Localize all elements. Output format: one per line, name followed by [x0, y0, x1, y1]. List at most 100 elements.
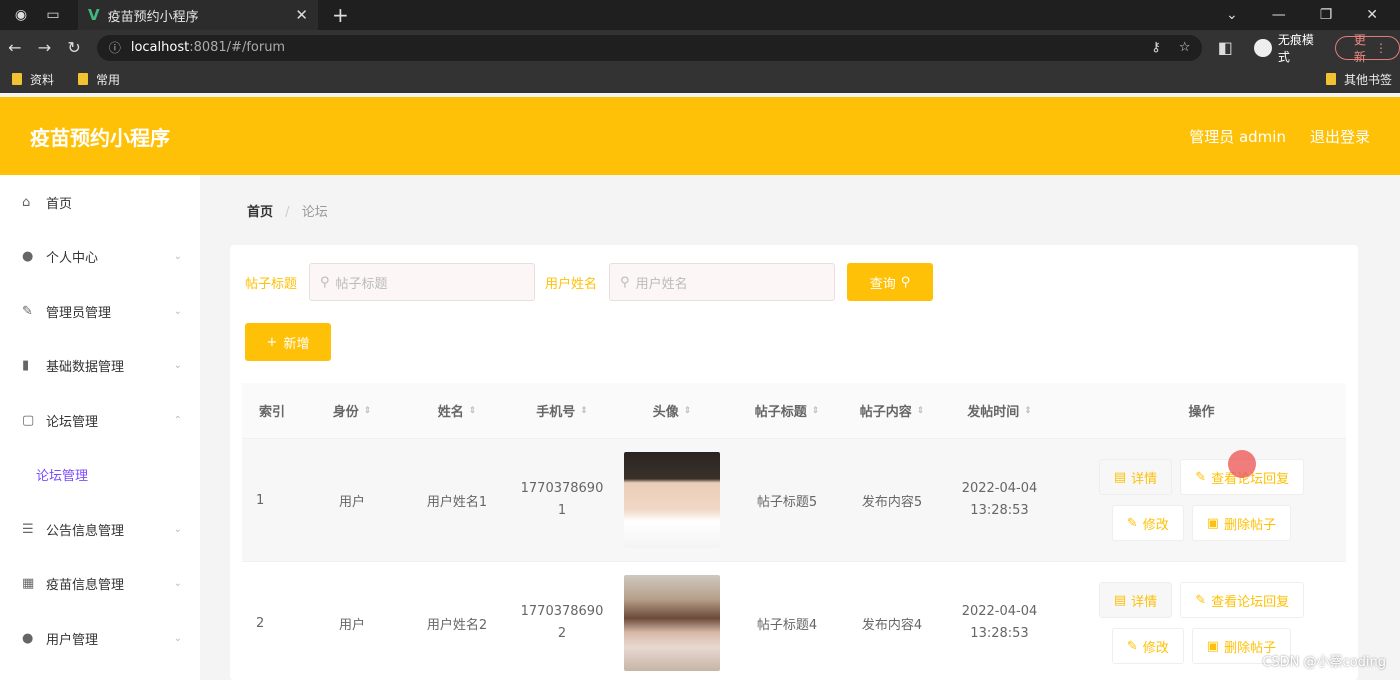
- cell-title: 帖子标题5: [756, 494, 818, 510]
- phone-line: 2: [557, 626, 567, 641]
- sidebar-subitem-forum[interactable]: 论坛管理: [0, 448, 200, 503]
- column-header-name[interactable]: 姓名 ⇕: [402, 401, 512, 420]
- user-icon: ●: [22, 249, 34, 265]
- avatar-image[interactable]: [624, 575, 720, 671]
- sidebar-item-forum-management[interactable]: ▢ 论坛管理 ⌃: [0, 393, 200, 448]
- browser-tab[interactable]: V 疫苗预约小程序 ✕: [78, 0, 318, 30]
- avatar-image[interactable]: [624, 452, 720, 548]
- forward-icon[interactable]: →: [30, 38, 60, 57]
- sidebar-item-personal-center[interactable]: ● 个人中心 ⌄: [0, 230, 200, 285]
- sidebar-item-announcements[interactable]: ☰ 公告信息管理 ⌄: [0, 502, 200, 557]
- sidebar-item-base-data[interactable]: ▮ 基础数据管理 ⌄: [0, 339, 200, 394]
- cell-name: 用户姓名1: [426, 494, 488, 510]
- address-bar-row: ← → ↻ ⓘ localhost :8081/#/forum ⚷ ☆ ◧ 无痕…: [0, 30, 1400, 65]
- phone-line: 1770378690: [520, 481, 604, 496]
- sidebar-item-label: 管理员管理: [46, 305, 112, 321]
- window-icon[interactable]: ▭: [42, 4, 64, 26]
- column-header-index: 索引: [258, 405, 285, 420]
- query-label: 查询: [869, 276, 896, 292]
- square-icon: ▢: [22, 412, 35, 428]
- close-window-icon[interactable]: ✕: [1366, 7, 1378, 23]
- sort-icon[interactable]: ⇕: [1024, 406, 1032, 416]
- column-header-role[interactable]: 身份 ⇕: [302, 401, 402, 420]
- list-icon: ☰: [22, 521, 34, 537]
- incognito-indicator[interactable]: 无痕模式: [1254, 31, 1325, 65]
- view-replies-button[interactable]: ✎ 查看论坛回复: [1180, 582, 1305, 618]
- document-icon: ▤: [1113, 469, 1127, 485]
- post-date: 2022-04-04: [961, 604, 1038, 619]
- sort-icon[interactable]: ⇕: [684, 406, 692, 416]
- logout-link[interactable]: 退出登录: [1310, 126, 1370, 147]
- chevron-down-icon: ⌄: [173, 305, 182, 317]
- chevron-down-icon: ⌄: [173, 251, 182, 263]
- sidebar-item-label: 公告信息管理: [46, 523, 125, 539]
- cell-content: 发布内容5: [861, 494, 923, 510]
- incognito-label: 无痕模式: [1277, 32, 1314, 64]
- column-header-phone[interactable]: 手机号 ⇕: [512, 401, 612, 420]
- edit-icon: ✎: [1195, 469, 1207, 485]
- detail-button[interactable]: ▤ 详情: [1098, 459, 1173, 495]
- info-icon[interactable]: ⓘ: [109, 39, 121, 56]
- bookmark-label: 资料: [30, 72, 55, 87]
- cell-title: 帖子标题4: [756, 617, 818, 633]
- sort-icon[interactable]: ⇕: [469, 406, 477, 416]
- back-icon[interactable]: ←: [0, 38, 30, 57]
- sidebar-item-admin-management[interactable]: ✎ 管理员管理 ⌄: [0, 284, 200, 339]
- sidebar-item-label: 论坛管理: [36, 469, 89, 485]
- sort-icon[interactable]: ⇕: [917, 406, 925, 416]
- name-search-input[interactable]: ⚲ 用户姓名: [609, 263, 836, 301]
- sort-icon[interactable]: ⇕: [364, 406, 372, 416]
- sidebar-item-user-management[interactable]: ● 用户管理 ⌄: [0, 611, 200, 666]
- minimize-icon[interactable]: —: [1272, 7, 1286, 23]
- content-panel: 帖子标题 ⚲ 帖子标题 用户姓名 ⚲ 用户姓名 查询 ⚲ + 新增 索引 身份 ⇕: [230, 245, 1358, 680]
- sort-icon[interactable]: ⇕: [580, 406, 588, 416]
- tab-search-icon[interactable]: ⌄: [1226, 7, 1238, 23]
- column-header-avatar[interactable]: 头像 ⇕: [612, 401, 732, 420]
- detail-button[interactable]: ▤ 详情: [1098, 582, 1173, 618]
- title-search-input[interactable]: ⚲ 帖子标题: [309, 263, 536, 301]
- cell-avatar: [612, 452, 732, 548]
- bookmark-folder[interactable]: 资料: [12, 71, 54, 88]
- post-time: 13:28:53: [970, 626, 1029, 641]
- globe-icon[interactable]: ◉: [10, 4, 32, 26]
- home-icon: ⌂: [22, 194, 31, 210]
- edit-button[interactable]: ✎ 修改: [1111, 628, 1184, 664]
- new-tab-icon[interactable]: +: [332, 3, 349, 27]
- delete-button[interactable]: ▣ 删除帖子: [1191, 505, 1292, 541]
- close-tab-icon[interactable]: ✕: [295, 6, 308, 24]
- column-header-actions: 操作: [1188, 405, 1215, 420]
- table-row: 1 用户 用户姓名1 1770378690 1 帖子标题5 发布内容5 2022…: [242, 439, 1346, 562]
- plus-icon: +: [266, 334, 278, 350]
- cell-actions: ▤ 详情 ✎ 查看论坛回复 ✎ 修改 ▣ 删除帖子: [1057, 459, 1346, 541]
- sidebar-item-vaccine-info[interactable]: ▦ 疫苗信息管理 ⌄: [0, 557, 200, 612]
- bookmark-folder[interactable]: 常用: [78, 71, 120, 88]
- query-button[interactable]: 查询 ⚲: [847, 263, 934, 301]
- sidepanel-icon[interactable]: ◧: [1210, 38, 1240, 57]
- reload-icon[interactable]: ↻: [59, 38, 89, 57]
- edit-button[interactable]: ✎ 修改: [1111, 505, 1184, 541]
- other-bookmarks[interactable]: 其他书签: [1325, 71, 1392, 88]
- phone-line: 1: [557, 503, 567, 518]
- cell-name: 用户姓名2: [426, 617, 488, 633]
- breadcrumb-current: 论坛: [301, 205, 328, 220]
- add-button[interactable]: + 新增: [245, 323, 331, 361]
- column-header-title[interactable]: 帖子标题 ⇕: [732, 401, 842, 420]
- folder-icon: [1325, 73, 1336, 85]
- bookmarks-bar: 资料 常用 其他书签: [0, 65, 1400, 93]
- restore-icon[interactable]: ❐: [1320, 7, 1333, 23]
- browser-tab-bar: ◉ ▭ V 疫苗预约小程序 ✕ + ⌄ — ❐ ✕: [0, 0, 1400, 30]
- name-search-placeholder: 用户姓名: [635, 276, 688, 292]
- url-field[interactable]: ⓘ localhost :8081/#/forum ⚷ ☆: [96, 34, 1203, 61]
- column-header-time[interactable]: 发帖时间 ⇕: [942, 401, 1057, 420]
- sidebar-item-label: 基础数据管理: [46, 360, 125, 376]
- cell-avatar: [612, 575, 732, 671]
- sidebar-item-home[interactable]: ⌂ 首页: [0, 175, 200, 230]
- sort-icon[interactable]: ⇕: [812, 406, 820, 416]
- key-icon[interactable]: ⚷: [1151, 40, 1161, 55]
- cell-index: 2: [256, 615, 265, 631]
- column-header-content[interactable]: 帖子内容 ⇕: [842, 401, 942, 420]
- breadcrumb-home[interactable]: 首页: [247, 205, 273, 220]
- bookmark-label: 常用: [96, 72, 121, 87]
- update-button[interactable]: 更新 ⋮: [1335, 33, 1400, 64]
- star-icon[interactable]: ☆: [1179, 40, 1191, 55]
